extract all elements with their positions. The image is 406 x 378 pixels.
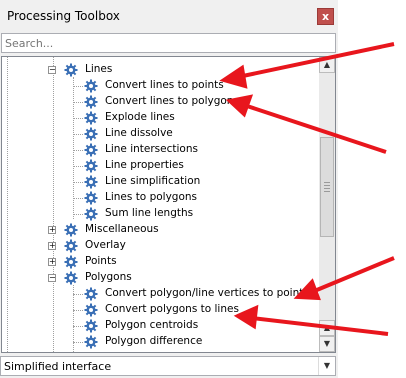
annotation-arrowhead [219, 64, 248, 89]
annotation-arrowhead [293, 278, 321, 301]
annotation-arrow [243, 103, 387, 154]
annotation-arrow [237, 42, 395, 79]
annotation-arrowhead [225, 94, 254, 118]
annotation-arrow [311, 256, 395, 294]
annotation-arrowhead [233, 304, 259, 330]
annotation-arrows [219, 42, 395, 336]
annotation-arrow [251, 316, 389, 336]
